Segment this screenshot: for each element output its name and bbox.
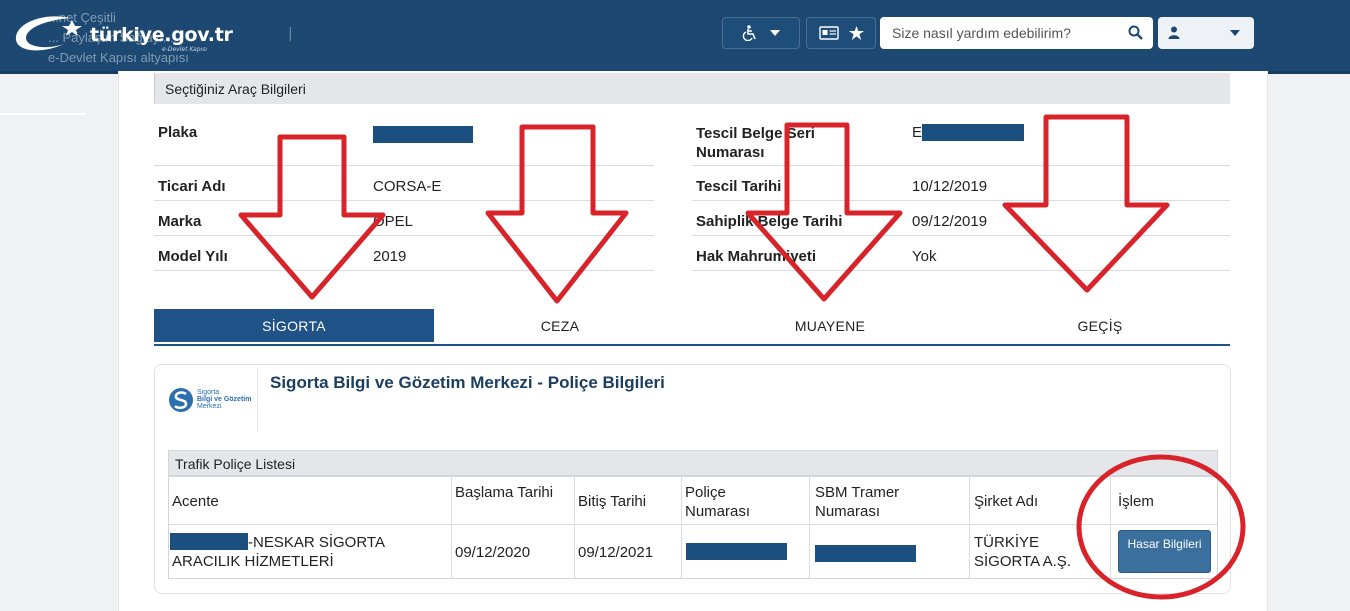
column-header-acente: Acente — [172, 493, 219, 510]
search-box[interactable] — [880, 17, 1153, 49]
column-header-sbm-tramer-numarasi: SBM Tramer Numarası — [815, 484, 900, 520]
column-divider — [1110, 477, 1111, 578]
row-divider — [692, 165, 1230, 166]
tab-ceza[interactable]: CEZA — [420, 309, 700, 342]
field-label-sahiplik-belge-tarihi: Sahiplik Belge Tarihi — [696, 213, 843, 230]
row-divider — [692, 270, 1230, 271]
column-header-police-numarasi: Poliçe Numarası — [685, 484, 751, 520]
site-logo[interactable]: türkiye.gov.tr e-Devlet Kapısı — [12, 8, 272, 58]
user-icon — [1168, 26, 1180, 39]
logo-crescent-icon — [15, 16, 82, 51]
row-divider — [154, 200, 654, 201]
cell-sirket-adi: TÜRKİYE SİGORTA A.Ş. — [974, 534, 1071, 570]
sbm-logo-line-2: Bilgi ve Gözetim — [197, 396, 252, 403]
field-label-ticari-adi: Ticari Adı — [158, 178, 226, 195]
user-menu-button[interactable] — [1158, 17, 1254, 49]
logo-text: türkiye.gov.tr — [90, 24, 233, 46]
tab-muayene[interactable]: MUAYENE — [690, 309, 970, 342]
sbm-title: Sigorta Bilgi ve Gözetim Merkezi - Poliç… — [270, 373, 665, 392]
field-label-tescil-belge-seri: Tescil Belge Seri Numarası — [696, 125, 815, 161]
column-header-sirket-adi: Şirket Adı — [974, 493, 1039, 510]
column-divider — [681, 477, 682, 578]
sbm-logo-mark-icon — [169, 388, 193, 412]
id-card-icon — [818, 26, 839, 40]
cell-bitis-tarihi: 09/12/2021 — [578, 544, 654, 561]
field-label-marka: Marka — [158, 213, 202, 230]
column-header-baslama-tarihi: Başlama Tarihi — [455, 484, 554, 501]
vehicle-info-title: Seçtiğiniz Araç Bilgileri — [154, 73, 1230, 104]
sbm-logo-line-3: Merkezi — [197, 403, 222, 410]
logo-subtext: e-Devlet Kapısı — [162, 46, 208, 53]
column-divider — [809, 477, 810, 578]
accessibility-icon — [742, 25, 756, 41]
chevron-down-icon — [770, 30, 780, 36]
field-value-model-yili: 2019 — [373, 248, 407, 265]
policy-number-redaction — [686, 543, 787, 560]
sbm-logo-line-1: Sigorta — [197, 389, 220, 396]
cell-acente: -NESKAR SİGORTA ARACILIK HİZMETLERİ — [172, 534, 385, 570]
plate-redaction — [373, 126, 473, 143]
sidebar-divider — [0, 113, 86, 115]
search-icon[interactable] — [1128, 25, 1143, 40]
star-icon — [848, 26, 864, 40]
sbm-logo-divider — [257, 368, 258, 432]
id-card-favorites-button[interactable] — [806, 17, 876, 49]
field-label-plaka: Plaka — [158, 124, 198, 141]
sbm-logo: Sigorta Bilgi ve Gözetim Merkezi — [168, 386, 254, 416]
field-value-ticari-adi: CORSA-E — [373, 178, 442, 195]
vehicle-tabs: SİGORTA CEZA MUAYENE GEÇİŞ — [154, 309, 1230, 346]
row-divider — [154, 270, 654, 271]
top-header: ...net Çeşitli ... Paylaşım Sağlayı... e… — [0, 0, 1350, 74]
row-divider — [692, 200, 1230, 201]
field-label-tescil-tarihi: Tescil Tarihi — [696, 178, 782, 195]
tab-sigorta[interactable]: SİGORTA — [154, 309, 434, 342]
column-divider — [969, 477, 970, 578]
field-label-model-yili: Model Yılı — [158, 248, 228, 265]
column-divider — [574, 477, 575, 578]
cell-baslama-tarihi: 09/12/2020 — [455, 544, 531, 561]
field-value-tescil-belge-seri: E — [912, 124, 923, 141]
column-header-islem: İşlem — [1118, 493, 1154, 510]
tramer-number-redaction — [815, 545, 916, 562]
column-header-bitis-tarihi: Bitiş Tarihi — [578, 493, 647, 510]
field-value-hak-mahrumiyeti: Yok — [912, 248, 937, 265]
field-value-marka: OPEL — [373, 213, 414, 230]
field-label-hak-mahrumiyeti: Hak Mahrumiyeti — [696, 248, 817, 265]
field-value-sahiplik-belge-tarihi: 09/12/2019 — [912, 213, 988, 230]
hasar-bilgileri-button[interactable]: Hasar Bilgileri — [1118, 530, 1211, 573]
header-row-divider — [169, 524, 1217, 525]
serial-redaction — [922, 124, 1024, 141]
policy-table-title: Trafik Poliçe Listesi — [168, 450, 1218, 476]
row-divider — [154, 235, 654, 236]
field-value-tescil-tarihi: 10/12/2019 — [912, 178, 988, 195]
row-divider — [692, 235, 1230, 236]
chevron-down-icon — [1230, 30, 1240, 36]
column-divider — [451, 477, 452, 578]
row-divider — [154, 165, 654, 166]
search-input[interactable] — [880, 17, 1130, 49]
ghost-divider: | — [288, 26, 293, 42]
tab-gecis[interactable]: GEÇİŞ — [960, 309, 1240, 342]
accessibility-button[interactable] — [722, 17, 800, 49]
